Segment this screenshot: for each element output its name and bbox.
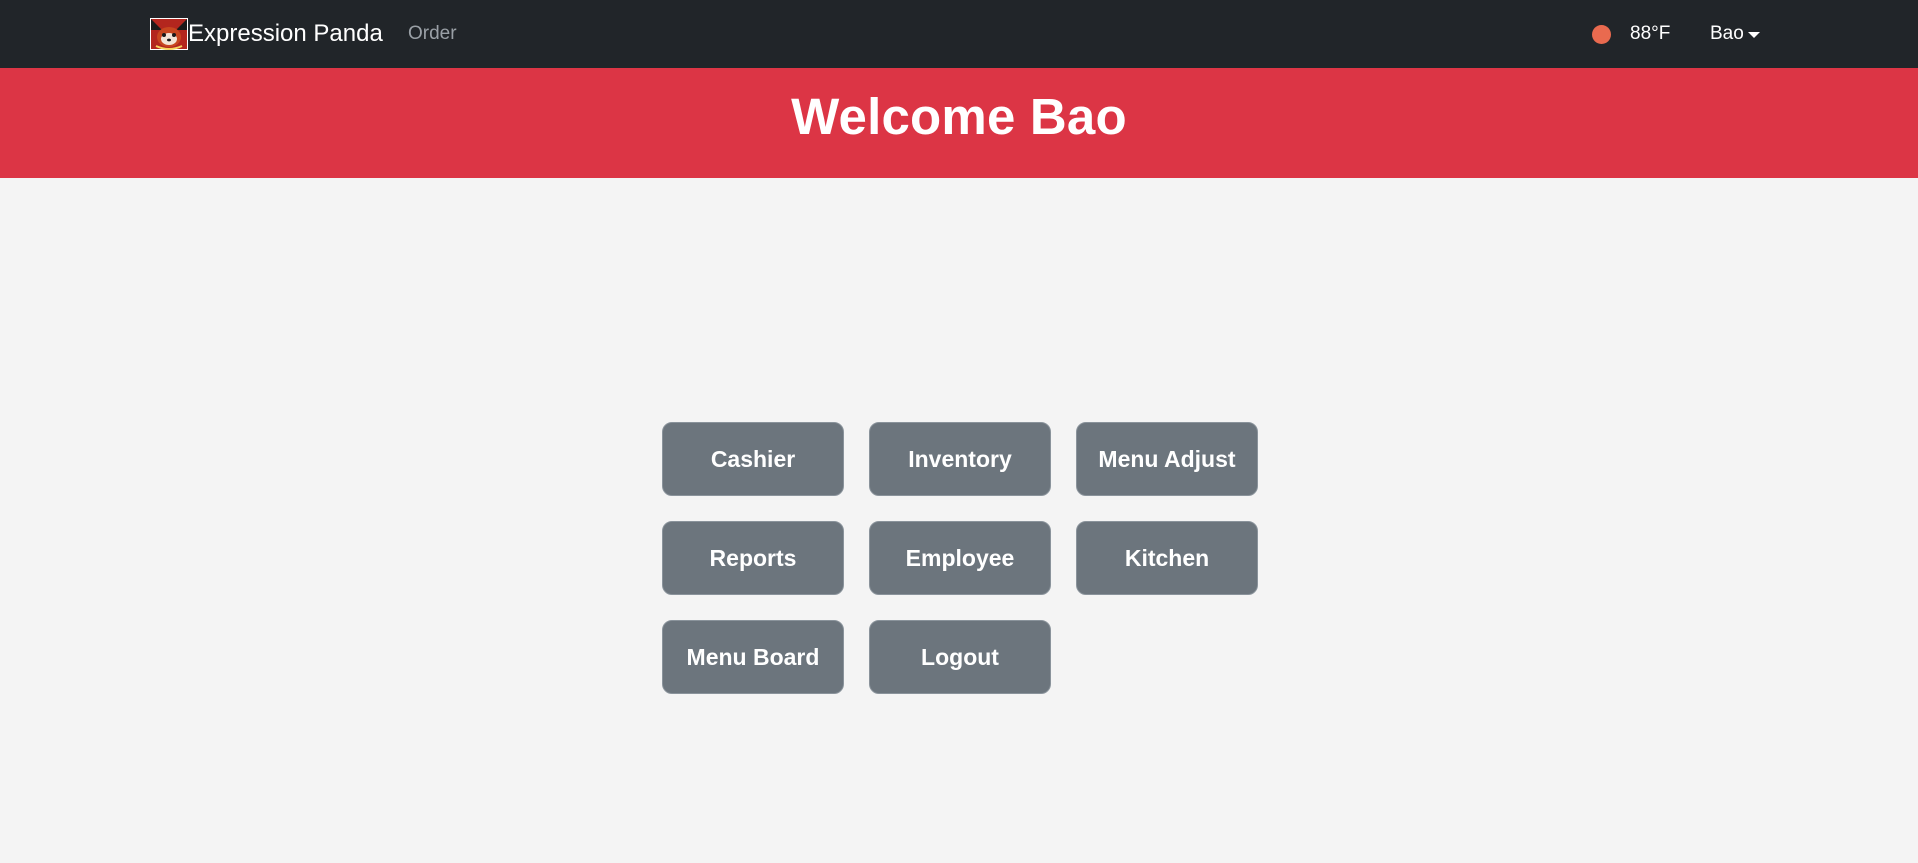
reports-button[interactable]: Reports	[662, 521, 844, 595]
nav-link-order[interactable]: Order	[408, 20, 457, 48]
welcome-title: Welcome Bao	[791, 87, 1127, 145]
manager-menu-grid: Cashier Inventory Menu Adjust Reports Em…	[662, 422, 1260, 694]
kitchen-button[interactable]: Kitchen	[1076, 521, 1258, 595]
weather-temperature: 88°F	[1630, 23, 1671, 44]
cashier-button[interactable]: Cashier	[662, 422, 844, 496]
employee-button[interactable]: Employee	[869, 521, 1051, 595]
menu-adjust-button[interactable]: Menu Adjust	[1076, 422, 1258, 496]
welcome-banner: Welcome Bao	[0, 68, 1918, 178]
user-dropdown[interactable]: Bao	[1710, 20, 1760, 48]
red-panda-logo-icon	[150, 18, 188, 50]
top-navbar: Expression Panda Order 88°F Bao	[0, 0, 1918, 68]
logout-button[interactable]: Logout	[869, 620, 1051, 694]
brand-link[interactable]: Expression Panda	[150, 16, 383, 52]
menu-board-button[interactable]: Menu Board	[662, 620, 844, 694]
weather-widget: 88°F	[1592, 20, 1670, 48]
inventory-button[interactable]: Inventory	[869, 422, 1051, 496]
user-name: Bao	[1710, 23, 1744, 44]
brand-name: Expression Panda	[188, 20, 383, 47]
weather-dot-icon	[1592, 24, 1611, 44]
caret-down-icon	[1747, 32, 1760, 38]
